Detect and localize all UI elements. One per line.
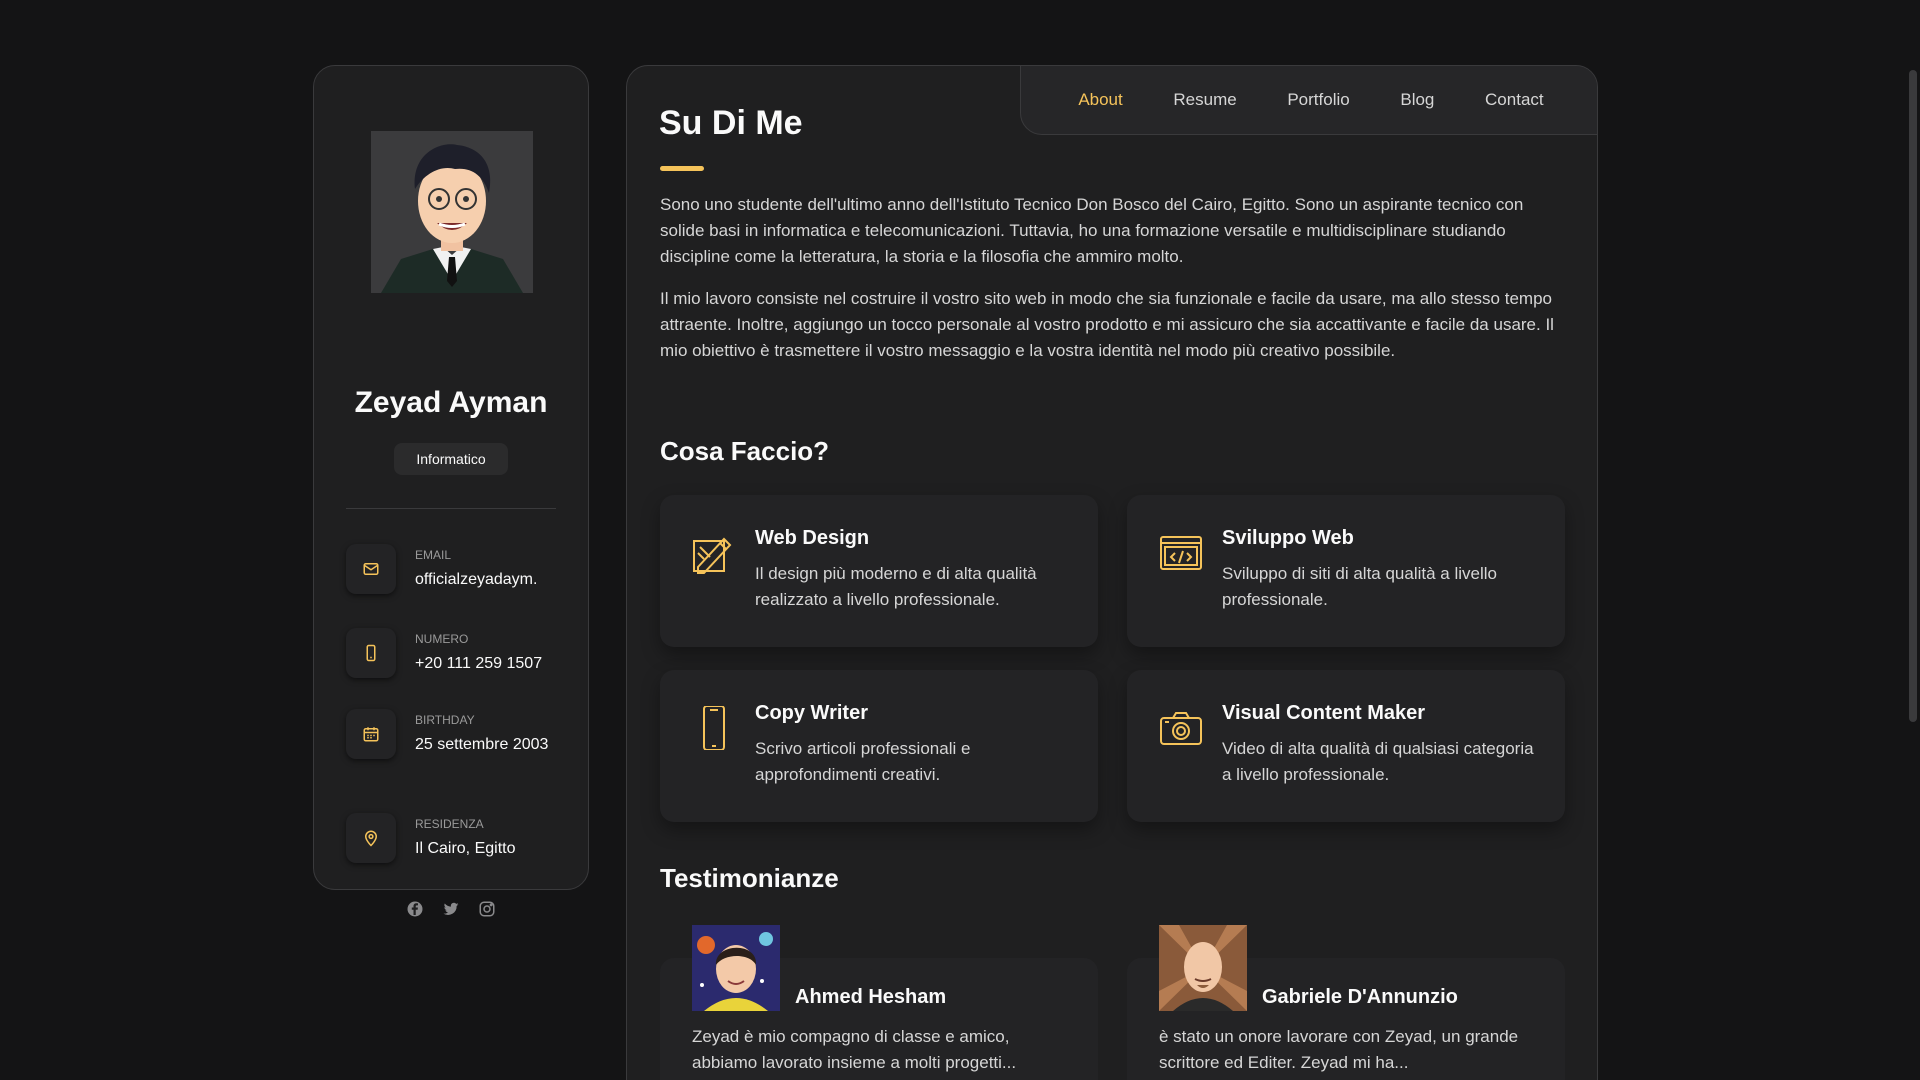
nav-contact[interactable]: Contact <box>1485 90 1544 110</box>
page-scrollbar[interactable] <box>1909 70 1917 722</box>
service-card-visual-content: Visual Content Maker Video di alta quali… <box>1127 670 1565 822</box>
service-text: Video di alta qualità di qualsiasi categ… <box>1222 739 1534 784</box>
service-title: Visual Content Maker <box>1222 702 1426 724</box>
smartphone-icon <box>692 705 736 751</box>
testimonial-text: Zeyad è mio compagno di classe e amico, … <box>692 1027 1017 1072</box>
location-pin-icon <box>346 813 396 863</box>
nav-portfolio[interactable]: Portfolio <box>1287 90 1349 110</box>
service-title: Sviluppo Web <box>1222 527 1354 549</box>
service-text: Sviluppo di siti di alta qualità a livel… <box>1222 564 1497 609</box>
profile-name: Zeyad Ayman <box>354 386 548 419</box>
social-links <box>314 900 588 918</box>
service-card-web-design: Web Design Il design più moderno e di al… <box>660 495 1098 647</box>
testimonial-card[interactable]: Ahmed Hesham Zeyad è mio compagno di cla… <box>660 925 1098 1080</box>
phone-icon <box>346 628 396 678</box>
nav-about[interactable]: About <box>1078 90 1122 110</box>
nav-resume[interactable]: Resume <box>1173 90 1236 110</box>
divider <box>346 508 556 509</box>
about-paragraph-1: Sono uno studente dell'ultimo anno dell'… <box>660 195 1524 266</box>
contact-phone-link[interactable]: +20 111 259 1507 <box>415 652 565 675</box>
contact-label: EMAIL <box>415 548 452 562</box>
title-underline <box>660 166 704 171</box>
code-window-icon <box>1159 531 1203 575</box>
contact-email-link[interactable]: officialzeyadaym. <box>415 568 565 591</box>
design-pen-icon <box>692 531 736 575</box>
profile-title-badge: Informatico <box>394 443 508 475</box>
testimonials-heading: Testimonianze <box>660 863 839 893</box>
contact-email: EMAIL officialzeyadaym. <box>346 544 566 604</box>
contact-phone: NUMERO +20 111 259 1507 <box>346 628 566 688</box>
services-heading: Cosa Faccio? <box>660 436 830 466</box>
contact-label: NUMERO <box>415 632 469 646</box>
service-card-web-dev: Sviluppo Web Sviluppo di siti di alta qu… <box>1127 495 1565 647</box>
service-card-copy-writer: Copy Writer Scrivo articoli professional… <box>660 670 1098 822</box>
main-content: About Resume Portfolio Blog Contact Su D… <box>626 65 1598 1080</box>
contact-residence-value: Il Cairo, Egitto <box>415 840 516 857</box>
testimonial-card[interactable]: Gabriele D'Annunzio è stato un onore lav… <box>1127 925 1565 1080</box>
mail-icon <box>346 544 396 594</box>
avatar <box>371 131 533 293</box>
service-text: Scrivo articoli professionali e approfon… <box>755 739 971 784</box>
about-paragraph-2: Il mio lavoro consiste nel costruire il … <box>660 289 1554 360</box>
testimonial-name: Gabriele D'Annunzio <box>1262 986 1458 1008</box>
service-text: Il design più moderno e di alta qualità … <box>755 564 1037 609</box>
page: Zeyad Ayman Informatico EMAIL officialze… <box>0 0 1920 1080</box>
page-title: Su Di Me <box>659 104 803 142</box>
service-title: Copy Writer <box>755 702 868 724</box>
camera-icon <box>1159 706 1203 750</box>
contact-residence: RESIDENZA Il Cairo, Egitto <box>346 813 566 873</box>
calendar-icon <box>346 709 396 759</box>
twitter-icon[interactable] <box>442 900 460 918</box>
testimonial-text: è stato un onore lavorare con Zeyad, un … <box>1159 1027 1519 1072</box>
testimonial-name: Ahmed Hesham <box>795 986 947 1008</box>
avatar <box>1159 925 1247 1011</box>
contact-label: BIRTHDAY <box>415 713 475 727</box>
profile-sidebar: Zeyad Ayman Informatico EMAIL officialze… <box>313 65 589 917</box>
contact-birthday: BIRTHDAY 25 settembre 2003 <box>346 709 566 789</box>
instagram-icon[interactable] <box>478 900 496 918</box>
facebook-icon[interactable] <box>406 900 424 918</box>
contact-label: RESIDENZA <box>415 817 484 831</box>
nav-blog[interactable]: Blog <box>1400 90 1434 110</box>
contact-birthday-value: 25 settembre 2003 <box>415 736 549 753</box>
avatar <box>692 925 780 1011</box>
service-title: Web Design <box>755 527 870 549</box>
navbar: About Resume Portfolio Blog Contact <box>1020 66 1597 135</box>
